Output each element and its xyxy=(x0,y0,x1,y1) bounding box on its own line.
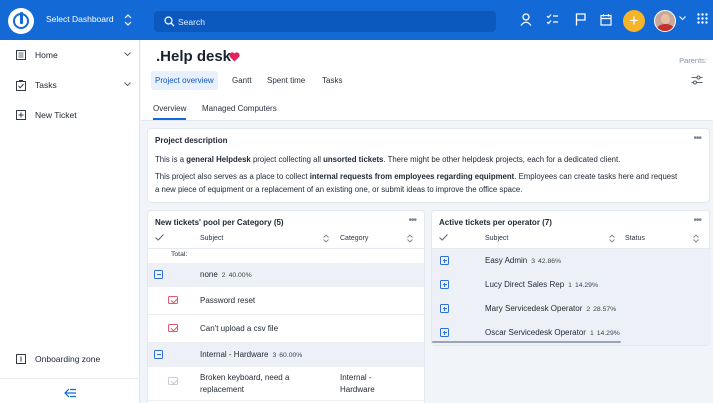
table-row[interactable]: Password reset xyxy=(148,287,424,315)
search-icon xyxy=(164,16,175,27)
subtab-overview[interactable]: Overview xyxy=(153,104,187,120)
sidebar-item-tasks[interactable]: Tasks xyxy=(0,72,140,98)
column-header-status[interactable]: Status xyxy=(625,235,645,242)
expand-group-icon[interactable] xyxy=(440,280,449,289)
user-icon[interactable] xyxy=(520,13,532,26)
tab-gantt[interactable]: Gantt xyxy=(228,71,256,90)
onboarding-icon xyxy=(16,354,26,364)
operators-card: Active tickets per operator (7) ••• Subj… xyxy=(431,210,711,346)
plus-box-icon xyxy=(16,110,26,120)
sort-icon[interactable] xyxy=(323,234,329,243)
total-label: Total: xyxy=(171,251,188,258)
ticket-icon xyxy=(168,296,178,304)
subject-link[interactable]: Broken keyboard, need a replacement xyxy=(200,372,289,396)
page-title: .Help desk xyxy=(156,48,232,65)
calendar-icon[interactable] xyxy=(600,13,612,26)
group-row[interactable]: none 2 40.00% xyxy=(148,263,424,287)
subtab-bar: Overview Managed Computers xyxy=(141,97,713,121)
chevron-down-icon[interactable] xyxy=(124,82,131,87)
group-label: Oscar Servicedesk Operator 1 14.29% xyxy=(485,328,620,337)
app-logo[interactable] xyxy=(8,8,34,34)
parents-label: Parents: xyxy=(679,56,707,65)
collapse-group-icon[interactable] xyxy=(154,270,163,279)
description-line: This project also serves as a place to c… xyxy=(155,172,678,181)
subject-link[interactable]: Can't upload a csv file xyxy=(200,324,278,333)
expand-group-icon[interactable] xyxy=(440,304,449,313)
chevron-updown-icon[interactable] xyxy=(124,14,132,26)
page-header: .Help desk Parents: Project overview Gan… xyxy=(141,40,713,97)
sidebar: Home Tasks New Ticket Onboarding zone xyxy=(0,40,140,403)
expand-group-icon[interactable] xyxy=(440,328,449,337)
more-options-icon[interactable]: ••• xyxy=(693,215,701,226)
avatar[interactable] xyxy=(654,10,676,32)
search-input[interactable] xyxy=(178,15,478,28)
project-description-card: Project description ••• This is a genera… xyxy=(147,128,710,203)
search-box[interactable] xyxy=(154,11,496,32)
column-header-category[interactable]: Category xyxy=(340,235,368,242)
checklist-icon[interactable] xyxy=(546,13,559,26)
sidebar-item-label: New Ticket xyxy=(35,110,77,120)
group-label: none 2 40.00% xyxy=(200,270,252,279)
sort-icon[interactable] xyxy=(693,234,699,243)
chevron-down-icon[interactable] xyxy=(679,16,686,21)
sort-icon[interactable] xyxy=(407,234,413,243)
category-cell: Internal - Hardware xyxy=(340,373,375,394)
sidebar-item-onboarding[interactable]: Onboarding zone xyxy=(0,346,140,372)
table-row[interactable]: Broken keyboard, need a replacement Inter… xyxy=(148,367,424,401)
group-row[interactable]: Internal - Hardware 3 60.00% xyxy=(148,343,424,367)
sidebar-item-new-ticket[interactable]: New Ticket xyxy=(0,102,140,128)
card-title: New tickets' pool per Category (5) xyxy=(155,218,284,227)
collapse-group-icon[interactable] xyxy=(154,350,163,359)
group-label: Internal - Hardware 3 60.00% xyxy=(200,350,303,359)
ticket-icon xyxy=(168,377,178,385)
group-label: Lucy Direct Sales Rep 1 14.29% xyxy=(485,280,598,289)
tab-spent-time[interactable]: Spent time xyxy=(263,71,309,90)
table-header: Subject Category xyxy=(148,229,424,249)
tab-project-overview[interactable]: Project overview xyxy=(151,71,218,90)
apps-grid-icon[interactable] xyxy=(697,13,708,24)
sidebar-item-label: Tasks xyxy=(35,80,57,90)
quick-add-button[interactable]: + xyxy=(623,10,645,32)
sidebar-item-home[interactable]: Home xyxy=(0,42,140,68)
more-options-icon[interactable]: ••• xyxy=(693,133,701,144)
tab-tasks[interactable]: Tasks xyxy=(318,71,346,90)
favorite-heart-icon[interactable] xyxy=(229,52,240,62)
settings-sliders-icon[interactable] xyxy=(691,75,703,85)
card-title: Project description xyxy=(155,136,228,145)
column-header-subject[interactable]: Subject xyxy=(200,235,223,242)
description-line: a new piece of equipment or a replacemen… xyxy=(155,185,523,194)
table-row[interactable]: Can't upload a csv file xyxy=(148,315,424,343)
home-icon xyxy=(16,50,26,60)
tasks-icon xyxy=(16,80,26,91)
sort-icon[interactable] xyxy=(609,234,615,243)
column-header-subject[interactable]: Subject xyxy=(485,235,508,242)
tickets-pool-card: New tickets' pool per Category (5) ••• S… xyxy=(147,210,425,403)
more-options-icon[interactable]: ••• xyxy=(408,215,416,226)
group-label: Mary Servicedesk Operator 2 28.57% xyxy=(485,304,617,313)
group-row[interactable]: Easy Admin 3 42.86% xyxy=(432,249,711,273)
group-row[interactable]: Lucy Direct Sales Rep 1 14.29% xyxy=(432,273,711,297)
sidebar-item-label: Home xyxy=(35,50,58,60)
select-all-check-icon[interactable] xyxy=(155,234,164,241)
horizontal-scrollbar[interactable] xyxy=(432,341,621,343)
top-bar: Select Dashboard + xyxy=(0,0,713,40)
group-label: Easy Admin 3 42.86% xyxy=(485,256,562,265)
select-all-check-icon[interactable] xyxy=(439,234,448,241)
table-header: Subject Status xyxy=(432,229,711,249)
expand-group-icon[interactable] xyxy=(440,256,449,265)
card-title: Active tickets per operator (7) xyxy=(439,218,552,227)
collapse-sidebar-icon[interactable] xyxy=(64,388,77,398)
ticket-icon xyxy=(168,324,178,332)
group-row[interactable]: Mary Servicedesk Operator 2 28.57% xyxy=(432,297,711,321)
subtab-managed-computers[interactable]: Managed Computers xyxy=(202,104,277,113)
flag-icon[interactable] xyxy=(575,13,586,26)
sidebar-item-label: Onboarding zone xyxy=(35,354,101,364)
dashboard-select[interactable]: Select Dashboard xyxy=(46,14,114,24)
chevron-down-icon[interactable] xyxy=(124,52,131,57)
description-line: This is a general Helpdesk project colle… xyxy=(155,155,621,164)
subject-link[interactable]: Password reset xyxy=(200,296,255,305)
divider xyxy=(0,378,140,379)
